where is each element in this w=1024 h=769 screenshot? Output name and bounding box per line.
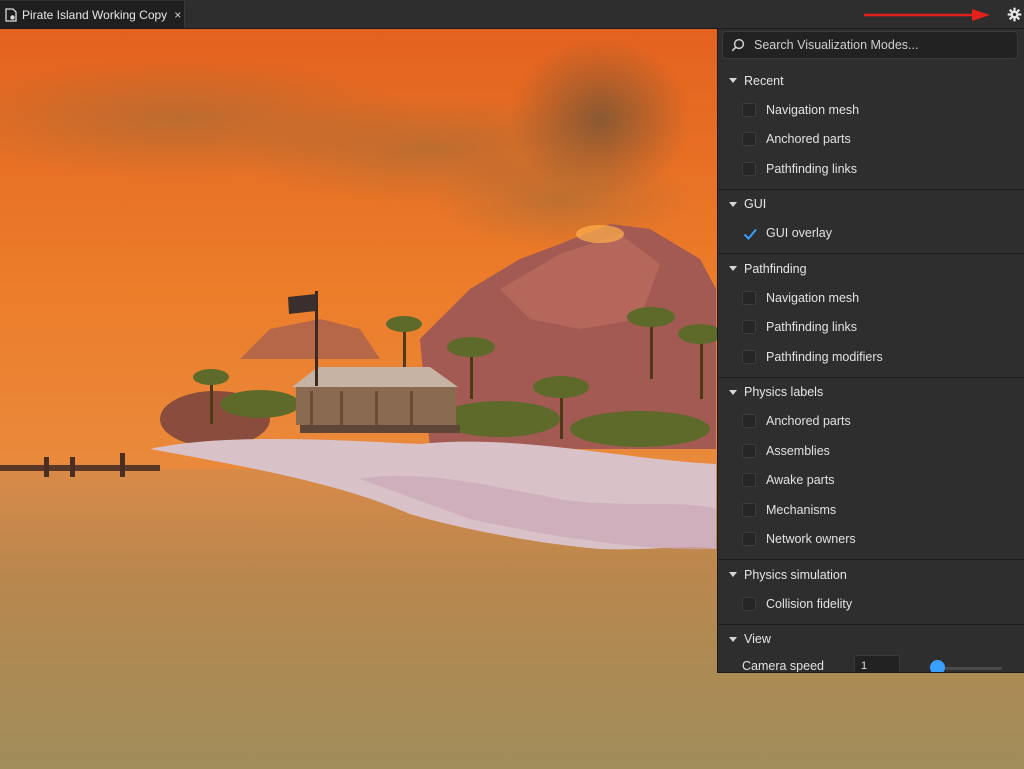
checkbox[interactable] — [742, 349, 756, 364]
checkbox[interactable] — [742, 414, 756, 429]
mode-item-assemblies[interactable]: Assemblies — [718, 436, 1024, 466]
mode-label: Mechanisms — [766, 502, 837, 517]
checkmark-icon — [743, 229, 757, 241]
mode-label: Collision fidelity — [766, 596, 853, 611]
checkbox[interactable] — [742, 596, 756, 611]
tab-pirate-island[interactable]: Pirate Island Working Copy × — [0, 1, 185, 28]
caret-down-icon — [729, 78, 737, 83]
mode-item-gui-overlay[interactable]: GUI overlay — [718, 219, 1024, 249]
camera-speed-row: Camera speed 1 — [718, 654, 1024, 673]
section-header-view[interactable]: View — [718, 625, 1024, 654]
mode-item-awake-parts[interactable]: Awake parts — [718, 466, 1024, 496]
mode-label: Awake parts — [766, 473, 835, 488]
mode-label: Pathfinding links — [766, 320, 858, 335]
camera-speed-slider-handle[interactable] — [930, 659, 945, 672]
caret-down-icon — [729, 201, 737, 207]
tab-title: Pirate Island Working Copy — [22, 7, 168, 22]
mode-item-pathfinding-links[interactable]: Pathfinding links — [718, 154, 1024, 184]
section-header-gui[interactable]: GUI — [718, 190, 1024, 219]
section-view: View Camera speed 1 — [718, 625, 1024, 673]
section-header-recent[interactable]: Recent — [718, 66, 1024, 95]
search-icon — [731, 38, 745, 52]
checkbox[interactable] — [742, 320, 756, 335]
mode-item-network-owners[interactable]: Network owners — [718, 525, 1024, 555]
mode-item-navigation-mesh[interactable]: Navigation mesh — [718, 283, 1024, 313]
mode-item-collision-fidelity[interactable]: Collision fidelity — [718, 589, 1024, 619]
checkbox-checked[interactable] — [742, 226, 757, 241]
mode-item-pathfinding-links[interactable]: Pathfinding links — [718, 313, 1024, 343]
close-icon[interactable]: × — [174, 8, 181, 22]
section-recent: Recent Navigation mesh Anchored parts Pathf… — [718, 66, 1024, 190]
document-icon — [5, 7, 17, 22]
caret-down-icon — [729, 266, 737, 271]
checkbox[interactable] — [742, 502, 756, 517]
caret-down-icon — [729, 389, 737, 395]
camera-speed-input[interactable]: 1 — [854, 654, 900, 672]
tab-bar: Pirate Island Working Copy × — [0, 0, 1024, 29]
section-header-pathfinding[interactable]: Pathfinding — [718, 254, 1024, 283]
mode-item-pathfinding-modifiers[interactable]: Pathfinding modifiers — [718, 342, 1024, 372]
mode-item-anchored-parts[interactable]: Anchored parts — [718, 125, 1024, 155]
section-gui: GUI GUI overlay — [718, 190, 1024, 254]
section-physics-simulation: Physics simulation Collision fidelity — [718, 560, 1024, 625]
checkbox[interactable] — [742, 473, 756, 488]
search-box[interactable] — [722, 31, 1018, 59]
caret-down-icon — [729, 636, 737, 642]
checkbox[interactable] — [742, 132, 756, 147]
mode-label: Anchored parts — [766, 414, 851, 429]
mode-item-anchored-parts[interactable]: Anchored parts — [718, 407, 1024, 437]
checkbox[interactable] — [742, 290, 756, 305]
mode-label: Navigation mesh — [766, 290, 860, 305]
section-title: Pathfinding — [744, 261, 807, 276]
section-pathfinding: Pathfinding Navigation mesh Pathfinding li… — [718, 254, 1024, 378]
checkbox[interactable] — [742, 443, 756, 458]
mode-label: Anchored parts — [766, 132, 851, 147]
section-title: GUI — [744, 197, 767, 211]
mode-item-mechanisms[interactable]: Mechanisms — [718, 495, 1024, 525]
caret-down-icon — [729, 572, 737, 577]
mode-label: Network owners — [766, 532, 856, 547]
section-header-physics-simulation[interactable]: Physics simulation — [718, 560, 1024, 589]
mode-sections: Recent Navigation mesh Anchored parts Pathf… — [718, 66, 1024, 673]
red-arrow-icon — [864, 9, 990, 21]
mode-label: Pathfinding links — [766, 161, 858, 176]
checkbox[interactable] — [742, 161, 756, 176]
camera-speed-label: Camera speed — [742, 658, 824, 673]
gear-icon — [1007, 7, 1021, 21]
mode-item-navigation-mesh[interactable]: Navigation mesh — [718, 95, 1024, 125]
mode-label: Assemblies — [766, 443, 830, 458]
visualization-modes-panel: Recent Navigation mesh Anchored parts Pathf… — [717, 29, 1024, 673]
section-title: Recent — [744, 73, 784, 88]
checkbox[interactable] — [742, 102, 756, 117]
visualization-settings-button[interactable] — [1005, 5, 1023, 23]
section-header-physics-labels[interactable]: Physics labels — [718, 378, 1024, 407]
mode-label: Pathfinding modifiers — [766, 349, 883, 364]
section-physics-labels: Physics labels Anchored parts Assemblies Aw… — [718, 378, 1024, 560]
section-title: Physics simulation — [744, 567, 847, 582]
section-title: Physics labels — [744, 385, 824, 399]
search-input[interactable] — [754, 38, 1004, 52]
checkbox[interactable] — [742, 532, 756, 547]
mode-label: Navigation mesh — [766, 102, 860, 117]
mode-label: GUI overlay — [766, 226, 832, 241]
section-title: View — [744, 632, 771, 646]
